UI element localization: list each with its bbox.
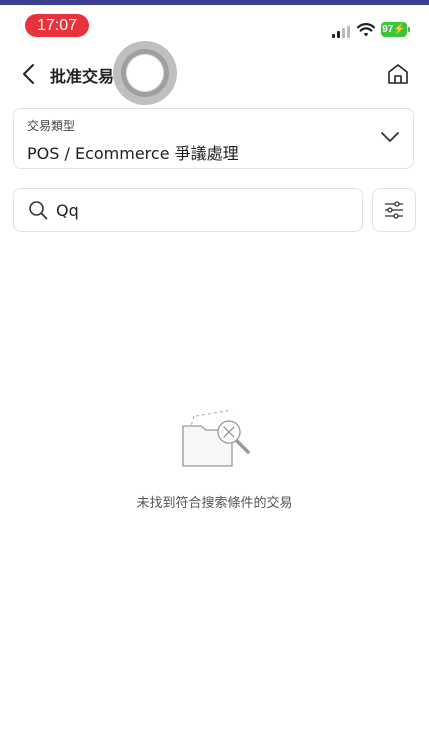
page-title: 批准交易 xyxy=(50,67,115,86)
wifi-icon xyxy=(357,23,375,37)
search-box[interactable] xyxy=(13,188,363,232)
chevron-down-icon[interactable] xyxy=(380,127,400,147)
filter-sliders-icon xyxy=(385,201,403,219)
header: 批准交易 xyxy=(0,50,429,98)
search-icon xyxy=(29,201,48,220)
battery-charging-icon: 97⚡ xyxy=(381,22,410,37)
cellular-signal-icon xyxy=(332,26,350,38)
transaction-type-dropdown[interactable]: 交易類型 POS / Ecommerce 爭議處理 xyxy=(13,108,414,169)
transaction-type-label: 交易類型 xyxy=(27,119,76,133)
home-icon[interactable] xyxy=(386,62,410,86)
chevron-left-icon[interactable] xyxy=(18,62,42,86)
assistive-touch-button[interactable] xyxy=(113,41,177,105)
status-bar: 17:07 97⚡ xyxy=(0,5,429,45)
empty-state: 未找到符合搜索條件的交易 xyxy=(0,400,429,520)
empty-state-message: 未找到符合搜索條件的交易 xyxy=(136,496,293,511)
empty-folder-search-icon xyxy=(182,409,250,467)
status-time: 17:07 xyxy=(25,14,89,37)
filter-button[interactable] xyxy=(372,188,416,232)
transaction-type-value: POS / Ecommerce 爭議處理 xyxy=(27,144,239,163)
search-input[interactable] xyxy=(56,189,346,231)
battery-level: 97 xyxy=(382,24,394,35)
